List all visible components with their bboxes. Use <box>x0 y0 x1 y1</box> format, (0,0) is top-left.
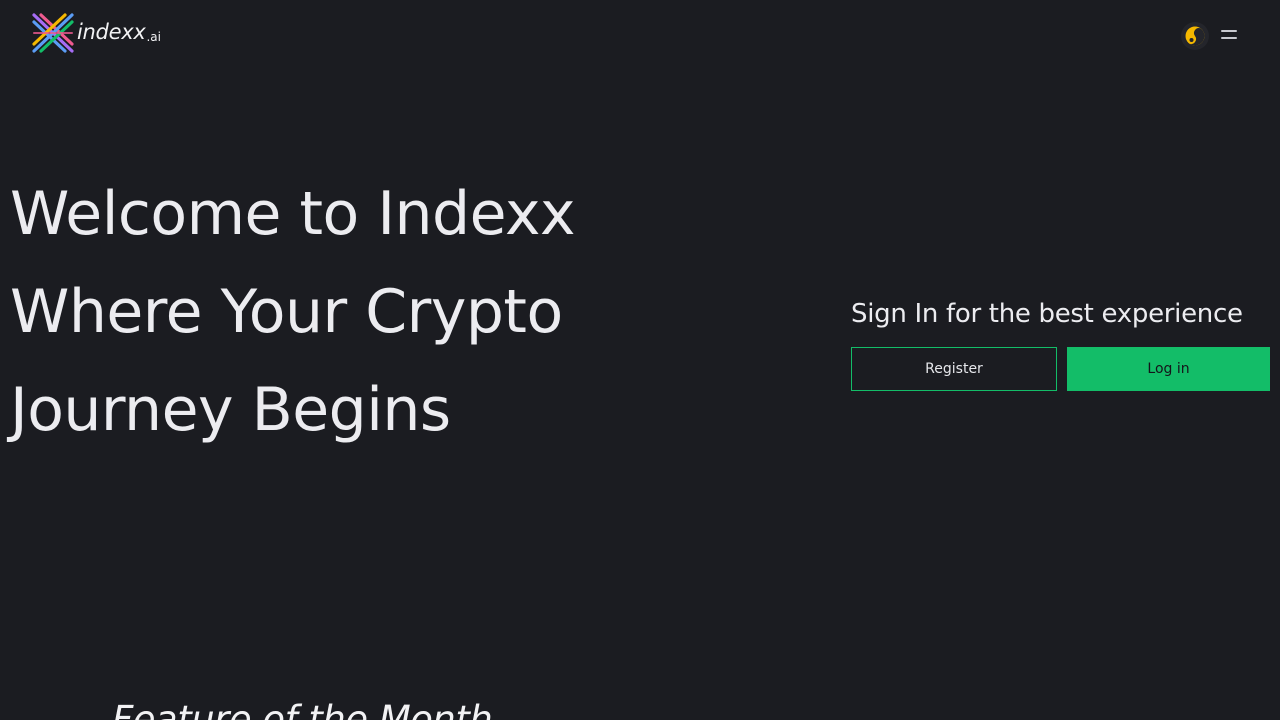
theme-toggle-icon <box>1185 26 1205 46</box>
menu-bar-top <box>1221 30 1237 32</box>
hero-line-1: Welcome to Indexx <box>10 179 576 249</box>
hamburger-menu-button[interactable] <box>1216 26 1242 46</box>
register-button[interactable]: Register <box>851 347 1057 391</box>
signin-button-row: Register Log in <box>851 347 1270 391</box>
hero-line-2: Where Your Crypto <box>10 277 563 347</box>
signin-title: Sign In for the best experience <box>851 299 1243 329</box>
indexx-logo-mark-icon <box>32 13 74 53</box>
theme-toggle-button[interactable] <box>1181 22 1209 50</box>
feature-of-the-month-heading: Feature of the Month <box>112 698 493 720</box>
hero-line-3: Journey Begins <box>10 375 451 445</box>
logo-domain-suffix: .ai <box>146 30 161 44</box>
indexx-logo[interactable]: indexx .ai <box>31 12 161 54</box>
signin-panel: Sign In for the best experience Register… <box>851 296 1271 391</box>
login-button[interactable]: Log in <box>1067 347 1270 391</box>
menu-bar-bottom <box>1221 37 1237 39</box>
top-navigation-bar: indexx .ai <box>0 0 1280 68</box>
logo-wordmark: indexx <box>77 20 146 44</box>
hero-heading: Welcome to Indexx Where Your Crypto Jour… <box>10 165 770 459</box>
